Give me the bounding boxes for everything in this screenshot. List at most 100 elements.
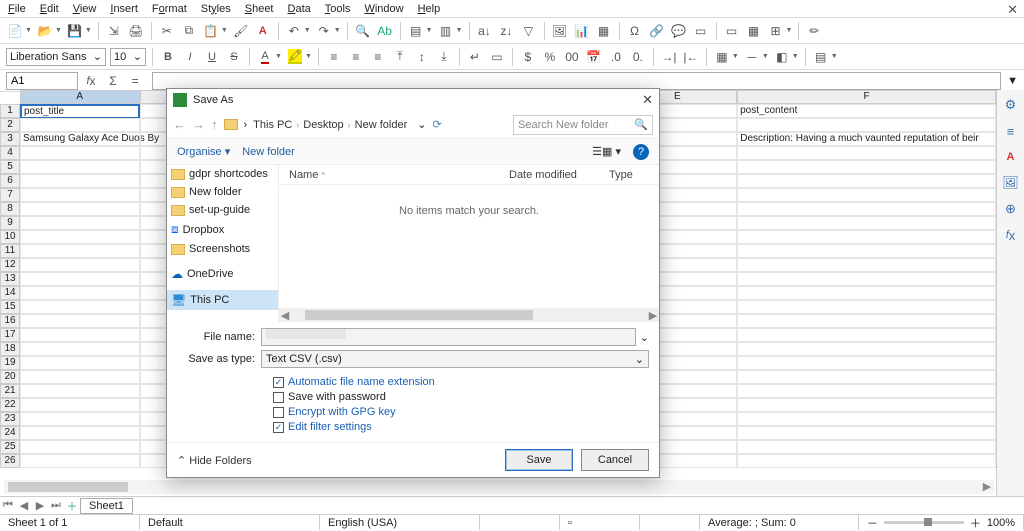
highlight-button[interactable]: 🖍▼ bbox=[286, 48, 312, 66]
chk-edit-filter[interactable]: ✓Edit filter settings bbox=[273, 421, 649, 433]
tree-item[interactable]: ☁OneDrive bbox=[167, 264, 278, 284]
tree-item[interactable]: gdpr shortcodes bbox=[167, 165, 278, 183]
show-draw-icon[interactable]: ✏ bbox=[805, 22, 823, 40]
row-1[interactable]: 1 bbox=[0, 104, 20, 118]
menu-format[interactable]: Format bbox=[152, 3, 187, 15]
font-size-combo[interactable]: 10⌄ bbox=[110, 48, 146, 66]
status-selection-mode[interactable]: ▫ bbox=[560, 515, 640, 530]
name-box[interactable] bbox=[6, 72, 78, 90]
organise-button[interactable]: Organise ▾ bbox=[177, 145, 230, 158]
row-26[interactable]: 26 bbox=[0, 454, 20, 468]
zoom-slider[interactable]: －＋ 100% bbox=[859, 515, 1024, 530]
col-type[interactable]: Type bbox=[599, 169, 659, 181]
currency-icon[interactable]: $ bbox=[519, 48, 537, 66]
row-18[interactable]: 18 bbox=[0, 342, 20, 356]
find-icon[interactable]: 🔍 bbox=[354, 22, 372, 40]
row-11[interactable]: 11 bbox=[0, 244, 20, 258]
row-22[interactable]: 22 bbox=[0, 398, 20, 412]
row-7[interactable]: 7 bbox=[0, 188, 20, 202]
help-icon[interactable]: ? bbox=[633, 144, 649, 160]
nav-back-icon[interactable]: ← bbox=[173, 117, 186, 132]
sheet-tab[interactable]: Sheet1 bbox=[80, 498, 133, 514]
row-8[interactable]: 8 bbox=[0, 202, 20, 216]
align-bottom-icon[interactable]: ⤓ bbox=[435, 48, 453, 66]
font-name-combo[interactable]: Liberation Sans⌄ bbox=[6, 48, 106, 66]
tree-item[interactable]: set-up-guide bbox=[167, 201, 278, 219]
hyperlink-icon[interactable]: 🔗 bbox=[648, 22, 666, 40]
font-color-button[interactable]: A▼ bbox=[256, 48, 282, 66]
number-format-icon[interactable]: 00 bbox=[563, 48, 581, 66]
align-middle-icon[interactable]: ↕ bbox=[413, 48, 431, 66]
menu-tools[interactable]: Tools bbox=[325, 3, 351, 15]
menu-styles[interactable]: Styles bbox=[201, 3, 231, 15]
align-center-icon[interactable]: ≡ bbox=[347, 48, 365, 66]
row-button[interactable]: ▤▼ bbox=[407, 22, 433, 40]
row-25[interactable]: 25 bbox=[0, 440, 20, 454]
file-list[interactable]: Name ^ Date modified Type No items match… bbox=[279, 165, 659, 322]
sidebar-functions-icon[interactable]: fx bbox=[1002, 226, 1020, 244]
nav-fwd-icon[interactable]: → bbox=[192, 117, 205, 132]
menu-data[interactable]: Data bbox=[288, 3, 311, 15]
chk-save-password[interactable]: Save with password bbox=[273, 391, 649, 403]
comment-icon[interactable]: 💬 bbox=[670, 22, 688, 40]
percent-icon[interactable]: % bbox=[541, 48, 559, 66]
row-12[interactable]: 12 bbox=[0, 258, 20, 272]
status-lang[interactable]: English (USA) bbox=[320, 515, 480, 530]
clone-format-icon[interactable]: 🖌 bbox=[232, 22, 250, 40]
open-button[interactable]: 📂▼ bbox=[36, 22, 62, 40]
search-input[interactable]: Search New folder 🔍 bbox=[513, 115, 653, 135]
menu-edit[interactable]: Edit bbox=[40, 3, 59, 15]
row-21[interactable]: 21 bbox=[0, 384, 20, 398]
view-mode-button[interactable]: ☰▦ ▾ bbox=[592, 145, 621, 158]
row-19[interactable]: 19 bbox=[0, 356, 20, 370]
row-6[interactable]: 6 bbox=[0, 174, 20, 188]
col-F[interactable]: F bbox=[737, 90, 996, 104]
breadcrumb[interactable]: This PC› Desktop› New folder bbox=[253, 119, 407, 131]
del-decimal-icon[interactable]: 0. bbox=[629, 48, 647, 66]
row-17[interactable]: 17 bbox=[0, 328, 20, 342]
header-footer-icon[interactable]: ▭ bbox=[692, 22, 710, 40]
file-name-input[interactable] bbox=[261, 328, 636, 346]
align-left-icon[interactable]: ≡ bbox=[325, 48, 343, 66]
nav-up-icon[interactable]: ↑ bbox=[211, 117, 218, 132]
cancel-button[interactable]: Cancel bbox=[581, 449, 649, 471]
row-16[interactable]: 16 bbox=[0, 314, 20, 328]
menu-file[interactable]: File bbox=[8, 3, 26, 15]
border-style-button[interactable]: ─▼ bbox=[743, 48, 769, 66]
dialog-close-icon[interactable]: ✕ bbox=[642, 92, 653, 108]
row-20[interactable]: 20 bbox=[0, 370, 20, 384]
spellcheck-icon[interactable]: Ab bbox=[376, 22, 394, 40]
col-button[interactable]: ▥▼ bbox=[437, 22, 463, 40]
export-pdf-icon[interactable]: ⇲ bbox=[105, 22, 123, 40]
close-document-icon[interactable]: ✕ bbox=[1007, 2, 1018, 18]
add-decimal-icon[interactable]: .0 bbox=[607, 48, 625, 66]
paste-button[interactable]: 📋▼ bbox=[202, 22, 228, 40]
col-A[interactable]: A bbox=[20, 90, 140, 104]
chk-encrypt-gpg[interactable]: Encrypt with GPG key bbox=[273, 406, 649, 418]
row-3[interactable]: 3 bbox=[0, 132, 20, 146]
chk-auto-extension[interactable]: ✓Automatic file name extension bbox=[273, 376, 649, 388]
italic-icon[interactable]: I bbox=[181, 48, 199, 66]
tree-item[interactable]: 🖥This PC bbox=[167, 290, 278, 310]
row-2[interactable]: 2 bbox=[0, 118, 20, 132]
wrap-icon[interactable]: ↵ bbox=[466, 48, 484, 66]
save-button[interactable]: 💾▼ bbox=[66, 22, 92, 40]
save-file-button[interactable]: Save bbox=[505, 449, 573, 471]
next-sheet-icon[interactable]: ▶ bbox=[32, 499, 48, 512]
border-color-button[interactable]: ◧▼ bbox=[773, 48, 799, 66]
status-signature[interactable] bbox=[640, 515, 700, 530]
undo-button[interactable]: ↶▼ bbox=[285, 22, 311, 40]
insert-image-icon[interactable]: 🖼 bbox=[551, 22, 569, 40]
insert-chart-icon[interactable]: 📊 bbox=[573, 22, 591, 40]
menu-sheet[interactable]: Sheet bbox=[245, 3, 274, 15]
redo-button[interactable]: ↷▼ bbox=[315, 22, 341, 40]
menu-window[interactable]: Window bbox=[364, 3, 403, 15]
sort-desc-icon[interactable]: z↓ bbox=[498, 22, 516, 40]
row-10[interactable]: 10 bbox=[0, 230, 20, 244]
row-4[interactable]: 4 bbox=[0, 146, 20, 160]
row-15[interactable]: 15 bbox=[0, 300, 20, 314]
sidebar-styles-icon[interactable]: A bbox=[1002, 148, 1020, 166]
autofilter-icon[interactable]: ▽ bbox=[520, 22, 538, 40]
col-name[interactable]: Name ^ bbox=[279, 169, 499, 181]
sidebar-gallery-icon[interactable]: 🖼 bbox=[1002, 174, 1020, 192]
